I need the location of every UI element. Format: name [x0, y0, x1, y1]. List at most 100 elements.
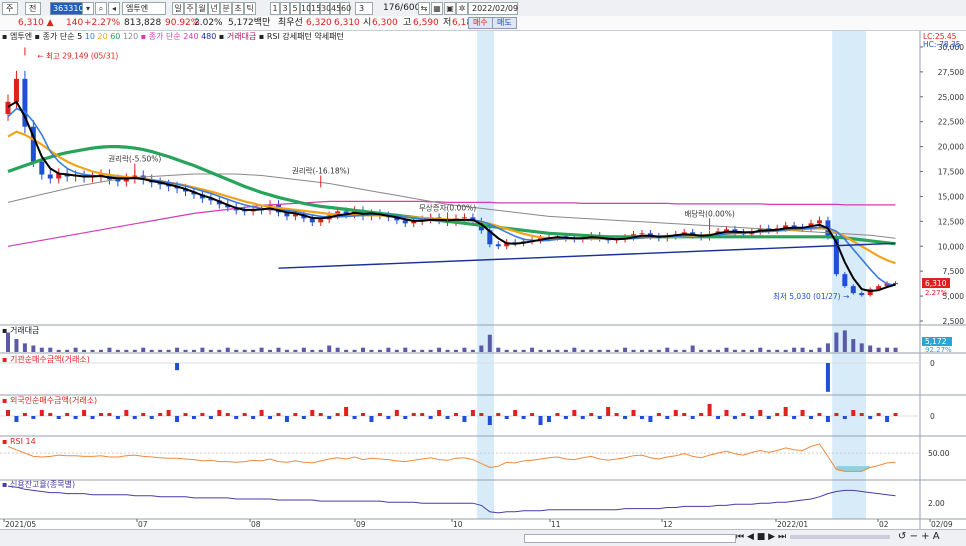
foreign-bar [876, 413, 881, 416]
scope-select[interactable]: 전 [25, 2, 41, 15]
expand-icon[interactable]: A [933, 531, 940, 542]
volume-bar [344, 349, 349, 352]
search-icon[interactable]: ⌕ [95, 2, 107, 15]
volume-bar [589, 349, 594, 352]
foreign-bar [749, 416, 754, 419]
stop-icon[interactable]: ■ [757, 532, 766, 542]
minute-button-7[interactable]: 60 [340, 2, 351, 15]
horizontal-scrollbar[interactable] [524, 534, 736, 543]
credit-tick-label: 2.00 [928, 499, 945, 508]
stock-chart[interactable]: 30,00027,50025,00022,50020,00017,50015,0… [0, 31, 966, 529]
high-price: 6,590 [413, 18, 439, 28]
volume-bar [513, 349, 518, 352]
period-button-3[interactable]: 년 [208, 2, 220, 15]
volume-bar [639, 349, 644, 352]
candle-body [842, 274, 848, 287]
foreign-bar [775, 413, 780, 416]
date-field[interactable]: 2022/02/09 [468, 2, 518, 15]
volume-panel-title: 거래대금 [9, 326, 40, 335]
volume-bar [115, 349, 120, 352]
last-page-icon[interactable]: ⏭ [778, 532, 786, 542]
foreign-bar [673, 410, 678, 416]
foreign-bar [73, 416, 78, 419]
period-kind-select[interactable]: 주 [2, 2, 18, 15]
minute-button-3[interactable]: 10 [300, 2, 311, 15]
y-tick-label-6: 15,000 [938, 192, 964, 201]
volume-bar [885, 347, 890, 352]
minute-button-1[interactable]: 3 [280, 2, 290, 15]
volume-bar [82, 349, 87, 352]
foreign-bar [656, 413, 661, 416]
legend-rsi-bull: RSI 강세패턴 [266, 32, 312, 41]
period-button-5[interactable]: 초 [232, 2, 244, 15]
zoom-slider[interactable] [790, 535, 890, 539]
first-page-icon[interactable]: ⏮ [736, 532, 744, 542]
gear-icon[interactable]: ✲ [456, 2, 468, 15]
foreign-bar [352, 416, 357, 419]
stock-code-input[interactable]: 363310 [50, 2, 84, 15]
minute-button-5[interactable]: 30 [320, 2, 331, 15]
foreign-bar [885, 416, 890, 422]
foreign-bar [462, 416, 467, 422]
period-button-4[interactable]: 분 [220, 2, 232, 15]
volume-bar [361, 347, 366, 352]
volume-bar [682, 349, 687, 352]
best-quote-label: 최우선 [278, 18, 303, 28]
minute-button-4[interactable]: 15 [310, 2, 321, 15]
period-button-0[interactable]: 일 [172, 2, 184, 15]
minute-button-0[interactable]: 1 [270, 2, 280, 15]
foreign-bar [293, 413, 298, 416]
foreign-bar [284, 416, 289, 422]
volume-bar [623, 347, 628, 352]
period-button-2[interactable]: 월 [196, 2, 208, 15]
foreign-bar [234, 416, 239, 419]
volume-bar [741, 349, 746, 352]
foreign-bar [530, 413, 535, 416]
volume-bar [732, 349, 737, 352]
foreign-bar [386, 416, 391, 419]
custom-interval-input[interactable]: 3 [355, 2, 373, 15]
data-count: 176/600 [383, 3, 421, 13]
foreign-bar [115, 416, 120, 419]
save-icon[interactable]: ▣ [444, 2, 456, 15]
foreign-bar [310, 410, 315, 416]
stock-name-field[interactable]: 엠투엔 [122, 2, 166, 15]
volume-bar [648, 349, 653, 352]
period-button-6[interactable]: 틱 [244, 2, 256, 15]
y-tick-label-4: 20,000 [938, 143, 964, 152]
tile-icon[interactable]: ▦ [431, 2, 443, 15]
volume-sub-label: 92.27% [925, 346, 952, 354]
price-change: 140 [66, 18, 84, 28]
volume-bar [124, 349, 129, 352]
volume-bar [716, 349, 721, 352]
prev-page-icon[interactable]: ◀ [747, 532, 754, 542]
dropdown-arrow-icon[interactable]: ▾ [82, 2, 94, 15]
zoom-icon[interactable]: ⇆ [418, 2, 430, 15]
annotation-event-0: 권리락(-5.50%) [108, 155, 161, 164]
volume-bar [242, 349, 247, 352]
candle-body [495, 244, 501, 247]
volume-bar [809, 349, 814, 352]
candle-body [461, 217, 467, 219]
period-button-1[interactable]: 주 [184, 2, 196, 15]
next-page-icon[interactable]: ▶ [768, 532, 775, 542]
minute-button-2[interactable]: 5 [290, 2, 300, 15]
minimize-icon[interactable]: − [910, 531, 918, 542]
foreign-bar [783, 407, 788, 416]
minute-button-6[interactable]: 45 [330, 2, 341, 15]
buy-button[interactable]: 매수 [468, 17, 493, 29]
sell-button[interactable]: 매도 [492, 17, 517, 29]
zoom-out-icon[interactable]: ↺ [898, 531, 906, 542]
foreign-bar [445, 416, 450, 419]
plus-icon[interactable]: + [921, 531, 929, 542]
volume-bar [166, 349, 171, 352]
volume-bar [792, 347, 797, 352]
volume-bar [445, 349, 450, 352]
prev-stock-icon[interactable]: ◂ [108, 2, 120, 15]
volume-bar [479, 345, 484, 352]
foreign-bar [470, 410, 475, 416]
x-tick-label-8: 02 [879, 520, 889, 529]
foreign-bar [327, 416, 332, 419]
foreign-bar [732, 416, 737, 419]
foreign-bar [394, 410, 399, 416]
